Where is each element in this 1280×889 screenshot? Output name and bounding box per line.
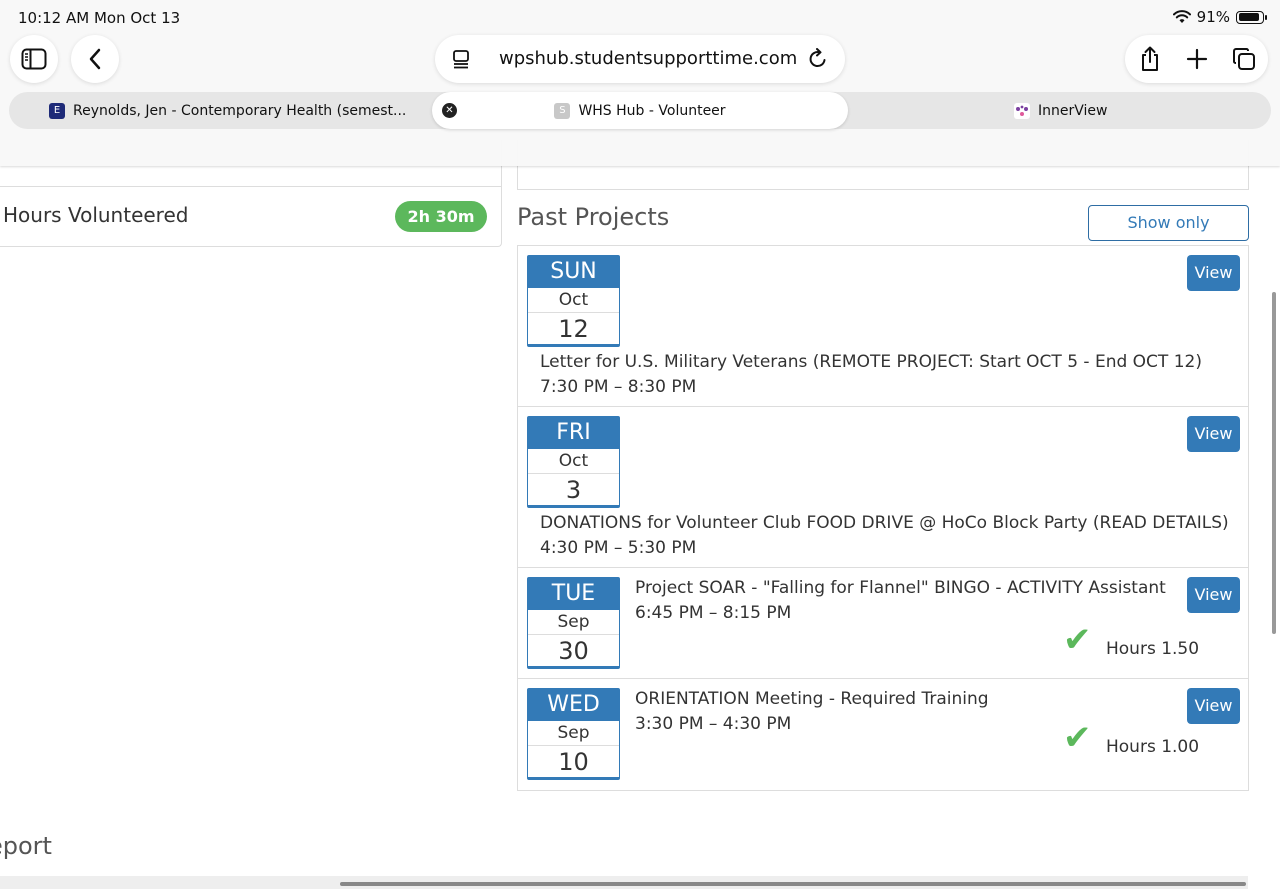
date-month: Sep [528, 721, 619, 746]
project-hours: Hours 1.00 [1106, 737, 1200, 757]
tab-bar: E Reynolds, Jen - Contemporary Health (s… [9, 92, 1271, 129]
hours-volunteered-label: Hours Volunteered [3, 203, 189, 227]
tab-favicon-icon: S [554, 102, 571, 119]
date-badge: WED Sep 10 [527, 688, 620, 780]
report-heading: eport [0, 832, 52, 860]
innerview-favicon-icon [1014, 102, 1030, 119]
new-tab-icon[interactable] [1186, 48, 1208, 70]
project-item: TUE Sep 30 View Project SOAR - "Falling … [518, 568, 1248, 679]
date-weekday: SUN [528, 256, 619, 288]
date-day: 12 [558, 315, 589, 343]
browser-chrome: 10:12 AM Mon Oct 13 91% wpshub.studentsu… [0, 0, 1280, 166]
tab-whs-hub-volunteer[interactable]: ✕ S WHS Hub - Volunteer [432, 92, 848, 129]
back-button[interactable] [71, 35, 119, 83]
view-button[interactable]: View [1187, 688, 1240, 724]
address-bar[interactable]: wpshub.studentsupporttime.com [435, 35, 845, 83]
attended-check-icon: ✔ [1063, 718, 1092, 758]
project-hours: Hours 1.50 [1106, 639, 1200, 659]
view-button[interactable]: View [1187, 255, 1240, 291]
tab-favicon-icon: E [49, 102, 65, 119]
attended-check-icon: ✔ [1063, 620, 1092, 660]
url-text: wpshub.studentsupporttime.com [499, 48, 798, 69]
status-time: 10:12 AM Mon Oct 13 [18, 9, 181, 27]
tabs-overview-icon[interactable] [1232, 47, 1256, 71]
show-only-attended-button[interactable]: Show only Attended [1088, 205, 1249, 266]
tab-label: WHS Hub - Volunteer [578, 102, 726, 119]
browser-actions [1125, 35, 1268, 83]
reload-icon[interactable] [807, 48, 829, 70]
project-time: 7:30 PM – 8:30 PM [540, 377, 697, 397]
project-time: 6:45 PM – 8:15 PM [635, 603, 792, 623]
hours-volunteered-badge: 2h 30m [395, 201, 487, 232]
project-item: WED Sep 10 View ORIENTATION Meeting - Re… [518, 679, 1248, 790]
battery-icon [1236, 10, 1267, 24]
past-projects-heading: Past Projects [517, 203, 670, 231]
date-badge: FRI Oct 3 [527, 416, 620, 508]
date-weekday: WED [528, 689, 619, 721]
divider [0, 186, 501, 187]
battery-percent: 91% [1196, 8, 1230, 26]
date-weekday: TUE [528, 578, 619, 610]
project-item: SUN Oct 12 View Letter for U.S. Military… [518, 246, 1248, 407]
sidebar-toggle-button[interactable] [10, 35, 58, 83]
status-bar: 10:12 AM Mon Oct 13 91% [0, 0, 1280, 34]
date-day: 3 [565, 476, 582, 504]
date-badge: TUE Sep 30 [527, 577, 620, 669]
chevron-left-icon [89, 48, 101, 70]
tab-label: InnerView [1038, 102, 1108, 119]
project-title: DONATIONS for Volunteer Club FOOD DRIVE … [540, 513, 1229, 533]
project-title: Letter for U.S. Military Veterans (REMOT… [540, 352, 1202, 372]
page-menu-icon [453, 50, 469, 69]
view-button[interactable]: View [1187, 577, 1240, 613]
tab-label: Reynolds, Jen - Contemporary Health (sem… [73, 102, 407, 119]
date-badge: SUN Oct 12 [527, 255, 620, 347]
date-month: Oct [528, 449, 619, 474]
date-month: Sep [528, 610, 619, 635]
tab-innerview[interactable]: InnerView [1014, 92, 1194, 129]
date-day: 30 [558, 637, 589, 665]
past-projects-list: SUN Oct 12 View Letter for U.S. Military… [517, 245, 1249, 791]
view-button[interactable]: View [1187, 416, 1240, 452]
date-day: 10 [558, 748, 589, 776]
wifi-icon [1172, 10, 1191, 23]
date-weekday: FRI [528, 417, 619, 449]
close-tab-icon[interactable]: ✕ [442, 103, 457, 118]
project-title: ORIENTATION Meeting - Required Training [635, 689, 989, 709]
project-title: Project SOAR - "Falling for Flannel" BIN… [635, 578, 1166, 598]
date-month: Oct [528, 288, 619, 313]
share-icon[interactable] [1139, 46, 1161, 72]
project-time: 3:30 PM – 4:30 PM [635, 714, 792, 734]
status-indicators: 91% [1172, 8, 1267, 26]
sidebar-icon [21, 48, 47, 70]
horizontal-scrollbar[interactable] [340, 882, 1246, 886]
tab-contemporary-health[interactable]: E Reynolds, Jen - Contemporary Health (s… [49, 92, 429, 129]
project-time: 4:30 PM – 5:30 PM [540, 538, 697, 558]
project-item: FRI Oct 3 View DONATIONS for Volunteer C… [518, 407, 1248, 568]
vertical-scrollbar[interactable] [1272, 292, 1276, 634]
